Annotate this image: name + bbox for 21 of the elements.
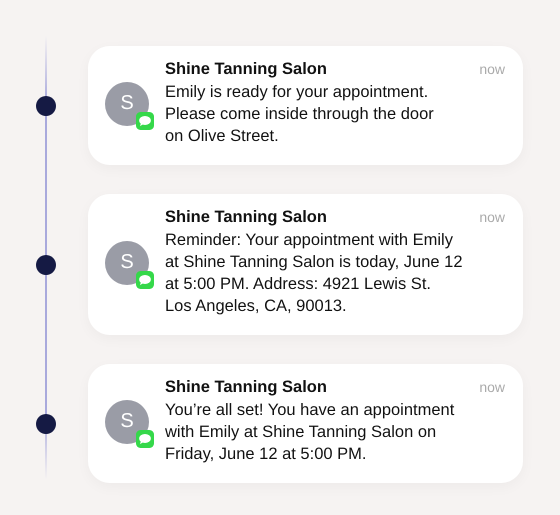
message-text: You’re all set! You have an appointment with Emily at Shine Tanning Salon on Friday, June 12 at 5:00 PM. (165, 400, 456, 465)
notification-card[interactable]: S Shine Tanning Salon now Reminder: Your appointment with Emily at Shine Tanning Salon is today, June 12 at 5:00 PM. Address: 4921 Lewis St. Los Angeles, CA, 90013. (88, 194, 523, 335)
timestamp: now (479, 209, 505, 225)
notification-card[interactable]: S Shine Tanning Salon now Emily is ready for your appointment. Please come inside through the door on Olive Street. (88, 46, 523, 165)
message-app-icon (136, 270, 154, 288)
avatar: S (105, 400, 149, 444)
sender-name: Shine Tanning Salon (165, 378, 327, 397)
timestamp: now (479, 61, 505, 77)
message-app-icon (136, 112, 154, 130)
avatar: S (105, 240, 149, 284)
message-text: Reminder: Your appointment with Emily at Shine Tanning Salon is today, June 12 at 5:00 PM. Address: 4921 Lewis St. Los Angeles, CA, 90013. (165, 230, 464, 317)
sender-name: Shine Tanning Salon (165, 208, 327, 227)
message-text: Emily is ready for your appointment. Please come inside through the door on Olive Street. (165, 82, 435, 147)
timestamp: now (479, 379, 505, 395)
timeline-dot (36, 254, 56, 274)
timeline-dot (36, 96, 56, 116)
sender-name: Shine Tanning Salon (165, 60, 327, 79)
avatar: S (105, 82, 149, 126)
timeline-dot (36, 414, 56, 434)
message-app-icon (136, 430, 154, 448)
notification-card[interactable]: S Shine Tanning Salon now You’re all set! You have an appointment with Emily at Shine Tanning Salon on Friday, June 12 at 5:00 PM. (88, 364, 523, 483)
